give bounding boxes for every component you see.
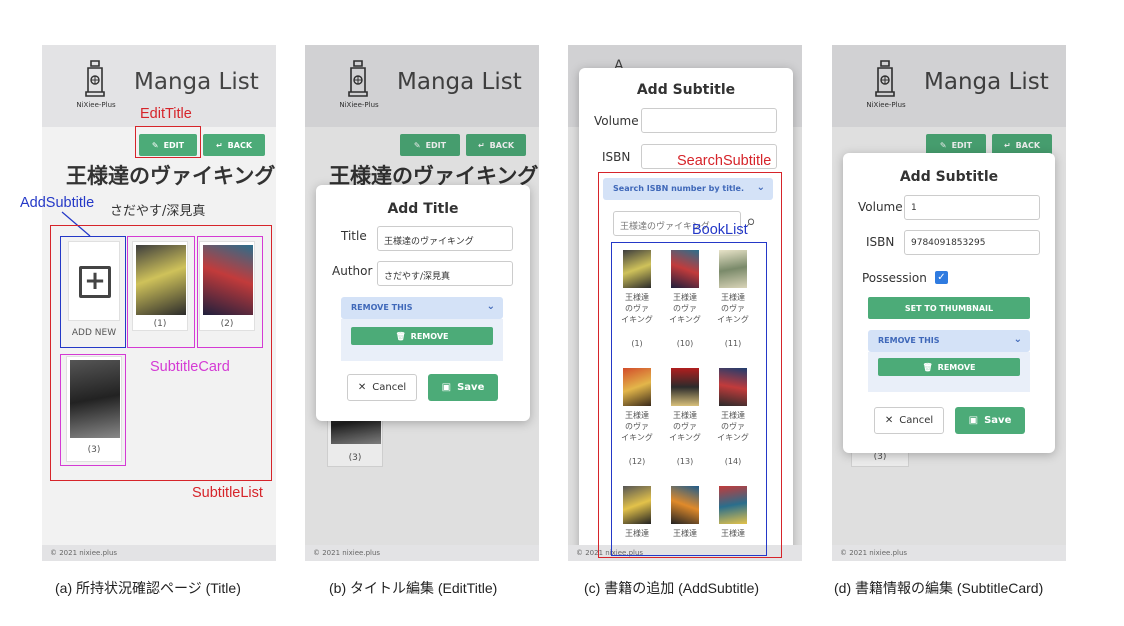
check-icon: ✓: [937, 272, 946, 283]
caption-b: (b) タイトル編集 (EditTitle): [329, 580, 498, 596]
isbn-label: ISBN: [602, 150, 631, 164]
remove-panel: 🗑 REMOVE: [868, 352, 1030, 392]
volume-label: Volume: [594, 114, 639, 128]
title-label: Title: [341, 229, 367, 243]
add-title-modal: Add Title Title 王様達のヴァイキング Author さだやす/深…: [316, 185, 530, 421]
caption-d: (d) 書籍情報の編集 (SubtitleCard): [834, 580, 1044, 596]
trash-icon: 🗑: [922, 362, 933, 372]
save-icon: ▣: [968, 415, 979, 426]
modal-title: Add Subtitle: [636, 82, 736, 98]
edit-title-annotation: EditTitle: [140, 106, 192, 122]
modal-title: Add Subtitle: [899, 169, 999, 185]
possession-label: Possession: [862, 271, 927, 285]
save-icon: ▣: [441, 382, 452, 393]
remove-button[interactable]: 🗑 REMOVE: [351, 327, 493, 345]
isbn-label: ISBN: [866, 235, 895, 249]
title-heading: 王様達のヴァイキング: [66, 164, 276, 188]
remove-button[interactable]: 🗑 REMOVE: [878, 358, 1020, 376]
book-list-annotation-box: [611, 242, 767, 556]
volume-label: Volume: [858, 200, 903, 214]
footer: © 2021 nixiee.plus: [305, 545, 539, 561]
subtitle-list-annotation-box: [50, 225, 272, 481]
logo-text: NiXiee-Plus: [76, 101, 116, 109]
caption-c: (c) 書籍の追加 (AddSubtitle): [584, 580, 760, 596]
book-list-annotation: BookList: [692, 222, 748, 238]
isbn-input[interactable]: 9784091853295: [904, 230, 1040, 255]
chevron-down-icon: ⌄: [1013, 334, 1022, 345]
save-button[interactable]: ▣ Save: [955, 407, 1025, 434]
add-subtitle-annotation: AddSubtitle: [20, 195, 95, 211]
caption-a: (a) 所持状況確認ページ (Title): [55, 580, 241, 596]
author-text: さだやす/深見真: [110, 204, 206, 219]
footer: © 2021 nixiee.plus: [832, 545, 1066, 561]
lantern-logo-icon: [85, 60, 105, 97]
cancel-button[interactable]: ✕ Cancel: [347, 374, 417, 401]
edit-title-annotation-box: [135, 126, 201, 158]
panel-subtitle-card: NiXiee-Plus Manga List ✎ EDIT ↵ BACK (3) A…: [832, 45, 1066, 561]
footer: © 2021 nixiee.plus: [42, 545, 276, 561]
volume-input[interactable]: [641, 108, 777, 133]
chevron-down-icon: ⌄: [486, 301, 495, 312]
set-thumbnail-button[interactable]: SET TO THUMBNAIL: [868, 297, 1030, 319]
app-title: Manga List: [134, 69, 259, 95]
trash-icon: 🗑: [395, 331, 406, 341]
panel-edit-title: NiXiee-Plus Manga List ✎ EDIT ↵ BACK 王様達のヴ…: [305, 45, 539, 561]
title-input[interactable]: 王様達のヴァイキング: [377, 226, 513, 251]
edit-subtitle-modal: Add Subtitle Volume 1 ISBN 9784091853295…: [843, 153, 1055, 453]
save-button[interactable]: ▣ Save: [428, 374, 498, 401]
possession-checkbox[interactable]: ✓: [935, 271, 948, 284]
app-logo[interactable]: NiXiee-Plus: [72, 59, 116, 113]
close-icon: ✕: [884, 415, 894, 426]
back-button[interactable]: ↵ BACK: [203, 134, 265, 156]
close-icon: ✕: [357, 382, 367, 393]
cancel-button[interactable]: ✕ Cancel: [874, 407, 944, 434]
modal-title: Add Title: [387, 201, 459, 217]
search-subtitle-annotation: SearchSubtitle: [677, 153, 772, 169]
back-icon: ↵: [215, 140, 223, 150]
remove-this-collapse[interactable]: REMOVE THIS ⌄: [868, 330, 1030, 352]
remove-this-collapse[interactable]: REMOVE THIS ⌄: [341, 297, 503, 319]
subtitle-list-annotation: SubtitleList: [192, 485, 263, 501]
volume-input[interactable]: 1: [904, 195, 1040, 220]
author-input[interactable]: さだやす/深見真: [377, 261, 513, 286]
author-label: Author: [332, 264, 373, 278]
remove-panel: 🗑 REMOVE: [341, 319, 503, 361]
